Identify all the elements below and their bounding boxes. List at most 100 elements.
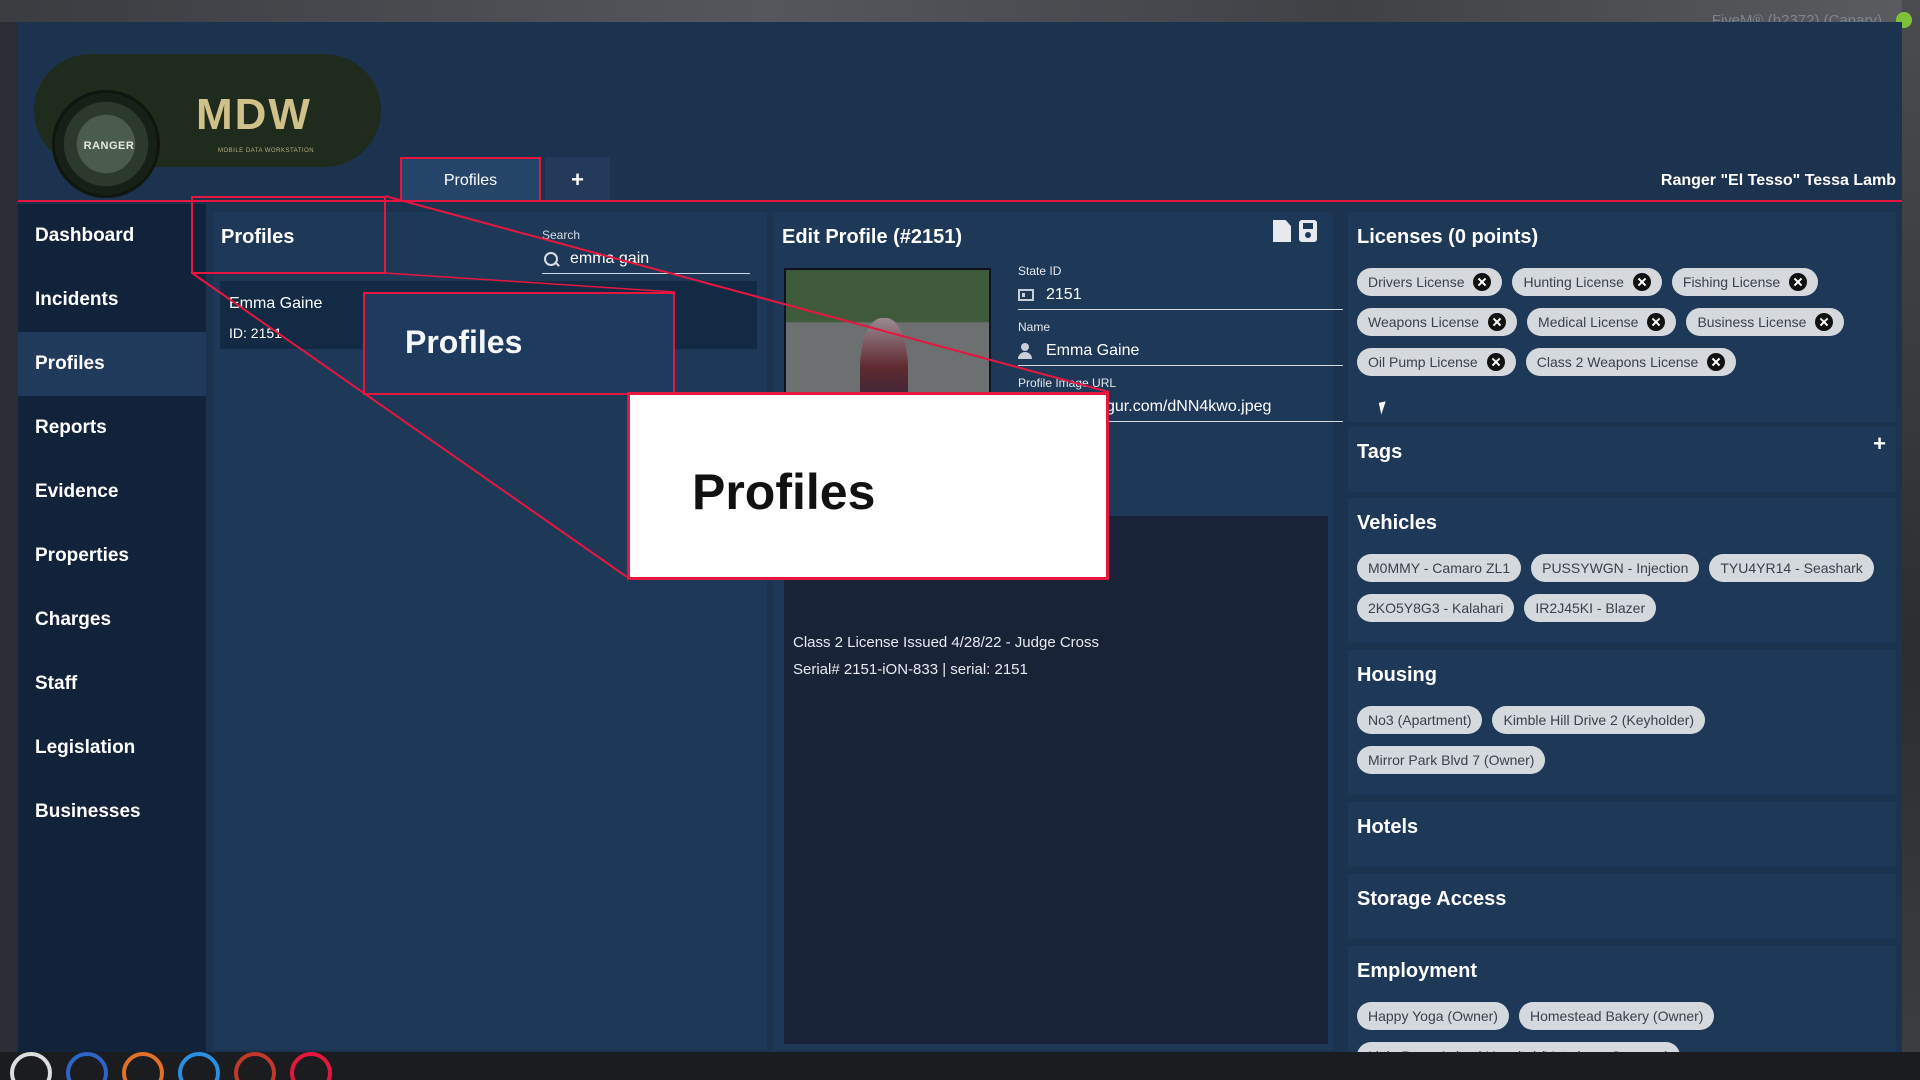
vehicles-title: Vehicles xyxy=(1357,512,1438,534)
image-url-label: Profile Image URL xyxy=(1018,376,1117,390)
hud-circle-icon xyxy=(234,1052,276,1080)
license-chip[interactable]: Class 2 Weapons License xyxy=(1525,348,1737,376)
mdw-logo: RANGER MDW MOBILE DATA WORKSTATION xyxy=(34,54,381,198)
document-icon[interactable] xyxy=(1273,220,1291,242)
remove-icon[interactable] xyxy=(1632,273,1651,291)
vehicle-chip[interactable]: PUSSYWGN - Injection xyxy=(1531,554,1700,582)
person-icon xyxy=(1018,342,1032,359)
vehicle-chip[interactable]: 2KO5Y8G3 - Kalahari xyxy=(1357,594,1515,622)
sidebar: Dashboard Incidents Profiles Reports Evi… xyxy=(18,204,206,1052)
tags-section: Tags + xyxy=(1348,427,1896,492)
hotels-section: Hotels xyxy=(1348,802,1896,867)
save-icon[interactable] xyxy=(1299,220,1317,242)
zoom-callout-small: Profiles xyxy=(363,292,675,395)
licenses-section: Licenses (0 points) Drivers License Hunt… xyxy=(1348,212,1896,422)
name-field[interactable]: Emma Gaine xyxy=(1018,336,1343,366)
license-chip[interactable]: Fishing License xyxy=(1671,268,1819,296)
housing-title: Housing xyxy=(1357,664,1437,686)
vehicles-section: Vehicles M0MMY - Camaro ZL1 PUSSYWGN - I… xyxy=(1348,498,1896,643)
zoom-small-text: Profiles xyxy=(405,324,523,360)
storage-section: Storage Access xyxy=(1348,874,1896,939)
employment-chip[interactable]: Homestead Bakery (Owner) xyxy=(1518,1002,1715,1030)
license-chip[interactable]: Hunting License xyxy=(1512,268,1662,296)
sidebar-item-dashboard[interactable]: Dashboard xyxy=(18,204,206,268)
sidebar-item-staff[interactable]: Staff xyxy=(18,652,206,716)
housing-list: No3 (Apartment) Kimble Hill Drive 2 (Key… xyxy=(1357,706,1887,774)
vehicle-chip[interactable]: IR2J45KI - Blazer xyxy=(1524,594,1657,622)
zoom-large-text: Profiles xyxy=(692,464,876,520)
note-line: Class 2 License Issued 4/28/22 - Judge C… xyxy=(793,634,1099,651)
license-list: Drivers License Hunting License Fishing … xyxy=(1357,268,1887,376)
id-card-icon xyxy=(1018,288,1034,301)
employment-chip[interactable]: Little Paws Animal Hospital (Veterinary … xyxy=(1357,1042,1681,1052)
game-hud-icons xyxy=(0,1052,332,1080)
housing-chip[interactable]: No3 (Apartment) xyxy=(1357,706,1483,734)
sidebar-item-incidents[interactable]: Incidents xyxy=(18,268,206,332)
edit-profile-title: Edit Profile (#2151) xyxy=(782,226,963,248)
remove-icon[interactable] xyxy=(1488,313,1507,331)
search-icon xyxy=(542,250,560,268)
state-id-value: 2151 xyxy=(1046,285,1082,303)
hud-circle-icon xyxy=(290,1052,332,1080)
seal-text: RANGER xyxy=(83,140,135,152)
sidebar-item-legislation[interactable]: Legislation xyxy=(18,716,206,780)
vehicle-chip[interactable]: TYU4YR14 - Seashark xyxy=(1709,554,1874,582)
logo-subtitle: MOBILE DATA WORKSTATION xyxy=(218,148,315,154)
license-chip[interactable]: Oil Pump License xyxy=(1357,348,1516,376)
note-line: Serial# 2151-iON-833 | serial: 2151 xyxy=(793,661,1028,678)
storage-title: Storage Access xyxy=(1357,888,1507,910)
profile-notes[interactable]: Class 2 License Issued 4/28/22 - Judge C… xyxy=(784,516,1328,1044)
remove-icon[interactable] xyxy=(1647,313,1666,331)
licenses-title: Licenses (0 points) xyxy=(1357,226,1539,248)
profiles-title: Profiles xyxy=(221,226,295,248)
logo-title: MDW xyxy=(196,90,312,139)
vehicle-list: M0MMY - Camaro ZL1 PUSSYWGN - Injection … xyxy=(1357,554,1887,622)
sidebar-item-evidence[interactable]: Evidence xyxy=(18,460,206,524)
header-divider xyxy=(18,200,1902,202)
employment-section: Employment Happy Yoga (Owner) Homestead … xyxy=(1348,946,1896,1052)
ranger-seal-icon: RANGER xyxy=(52,90,160,198)
state-id-label: State ID xyxy=(1018,264,1062,278)
current-user: Ranger "El Tesso" Tessa Lamb xyxy=(1660,172,1896,189)
name-value: Emma Gaine xyxy=(1046,341,1140,359)
housing-chip[interactable]: Mirror Park Blvd 7 (Owner) xyxy=(1357,746,1546,774)
search-value: emma gain xyxy=(570,249,650,267)
add-tab-button[interactable]: + xyxy=(545,157,610,202)
tab-profiles[interactable]: Profiles xyxy=(400,157,541,202)
employment-title: Employment xyxy=(1357,960,1478,982)
remove-icon[interactable] xyxy=(1815,313,1834,331)
license-chip[interactable]: Medical License xyxy=(1527,308,1677,336)
hud-circle-icon xyxy=(10,1052,52,1080)
license-chip[interactable]: Weapons License xyxy=(1357,308,1518,336)
hotels-title: Hotels xyxy=(1357,816,1419,838)
sidebar-item-businesses[interactable]: Businesses xyxy=(18,780,206,844)
edit-profile-panel: Edit Profile (#2151) State ID 2151 Name … xyxy=(773,212,1343,1050)
game-background-right xyxy=(1902,0,1920,1080)
result-name: Emma Gaine xyxy=(229,295,323,312)
sidebar-item-charges[interactable]: Charges xyxy=(18,588,206,652)
zoom-callout-large: Profiles xyxy=(627,392,1109,580)
housing-chip[interactable]: Kimble Hill Drive 2 (Keyholder) xyxy=(1492,706,1706,734)
license-chip[interactable]: Business License xyxy=(1686,308,1845,336)
remove-icon[interactable] xyxy=(1486,353,1505,371)
license-chip[interactable]: Drivers License xyxy=(1357,268,1503,296)
sidebar-item-profiles[interactable]: Profiles xyxy=(18,332,206,396)
vehicle-chip[interactable]: M0MMY - Camaro ZL1 xyxy=(1357,554,1522,582)
tags-title: Tags xyxy=(1357,441,1403,463)
employment-chip[interactable]: Happy Yoga (Owner) xyxy=(1357,1002,1509,1030)
name-label: Name xyxy=(1018,320,1051,334)
remove-icon[interactable] xyxy=(1707,353,1726,371)
remove-icon[interactable] xyxy=(1789,273,1808,291)
sidebar-item-reports[interactable]: Reports xyxy=(18,396,206,460)
sidebar-item-properties[interactable]: Properties xyxy=(18,524,206,588)
search-label: Search xyxy=(542,228,581,242)
remove-icon[interactable] xyxy=(1473,273,1492,291)
state-id-field[interactable]: 2151 xyxy=(1018,280,1343,310)
image-url-value: gur.com/dNN4kwo.jpeg xyxy=(1106,397,1272,415)
hud-circle-icon xyxy=(66,1052,108,1080)
hud-circle-icon xyxy=(178,1052,220,1080)
search-input[interactable]: emma gain xyxy=(542,244,750,274)
hud-circle-icon xyxy=(122,1052,164,1080)
game-background-top xyxy=(0,0,1920,22)
add-tag-button[interactable]: + xyxy=(1873,431,1886,457)
